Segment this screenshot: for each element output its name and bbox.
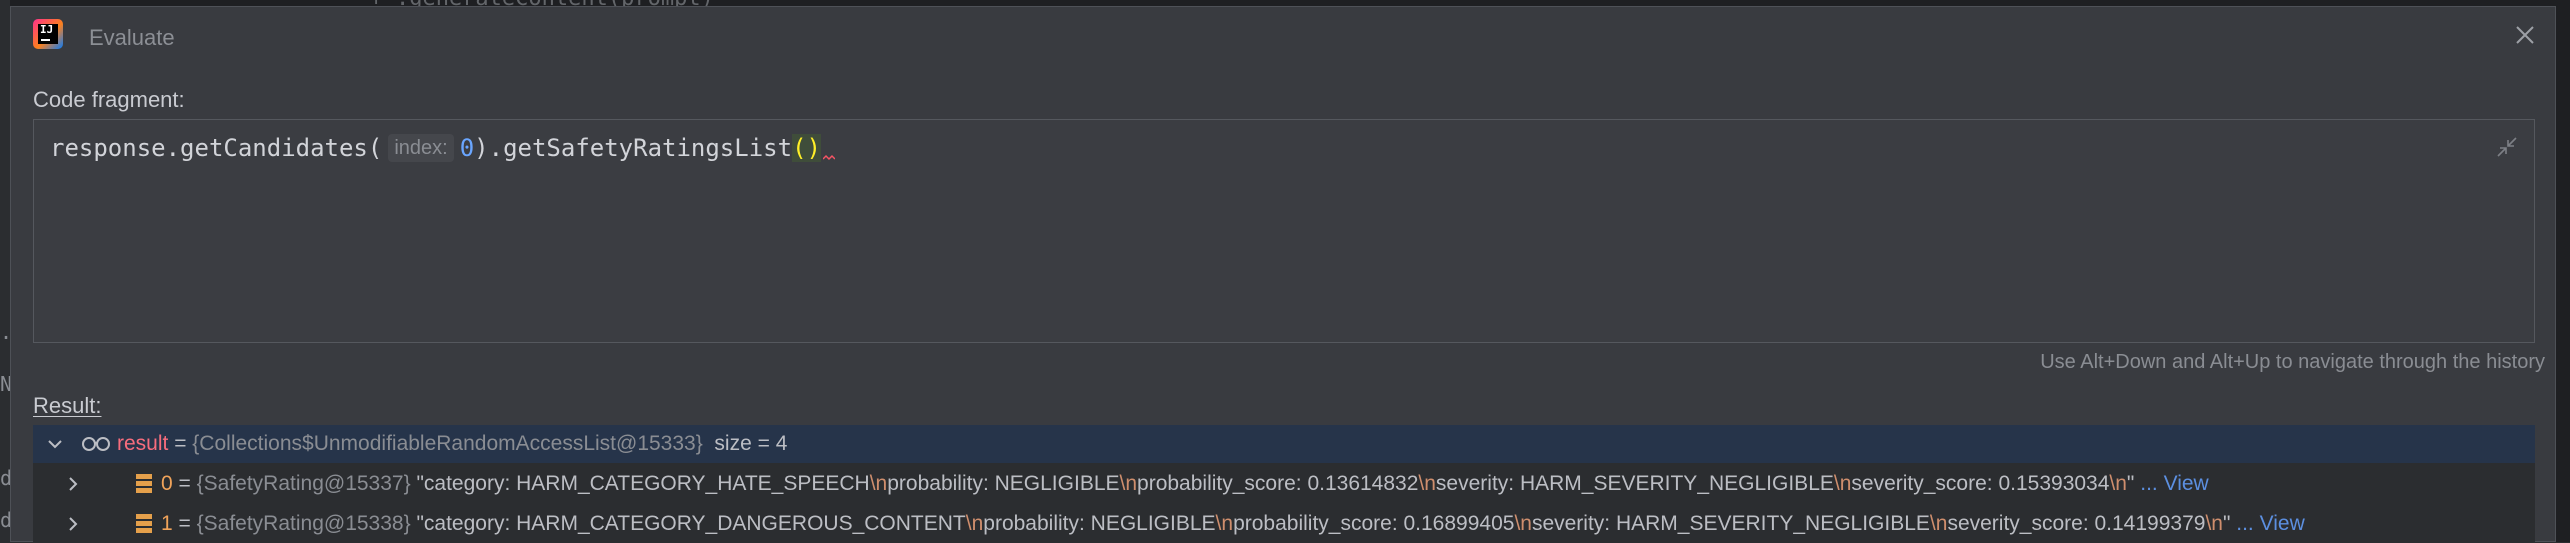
string-part: "category: HARM_CATEGORY_DANGEROUS_CONTE… xyxy=(416,512,966,535)
close-icon[interactable] xyxy=(2513,23,2537,47)
code-fragment-label: Code fragment: xyxy=(33,87,185,112)
string-part: probability: NEGLIGIBLE xyxy=(983,512,1216,535)
chevron-right-icon[interactable] xyxy=(63,474,83,494)
string-part: severity_score: 0.15393034 xyxy=(1851,472,2110,495)
field-stack-icon xyxy=(136,474,152,493)
intellij-logo-icon: IJ xyxy=(33,19,63,49)
string-part: severity_score: 0.14199379 xyxy=(1947,512,2206,535)
dialog-title-bar[interactable]: IJ Evaluate xyxy=(11,7,2555,63)
item-index: 1 xyxy=(161,512,173,535)
object-type: {Collections$UnmodifiableRandomAccessLis… xyxy=(192,432,703,455)
object-type: {SafetyRating@15338} xyxy=(196,512,411,535)
dialog-title: Evaluate xyxy=(89,25,175,50)
argument-value: 0 xyxy=(459,134,475,162)
newline-escape: \n xyxy=(1929,512,1948,535)
ide-left-gutter: . N d d xyxy=(0,0,12,542)
tree-row-content: result = {Collections$UnmodifiableRandom… xyxy=(81,425,787,463)
field-stack-icon xyxy=(136,514,152,533)
highlighted-parens: () xyxy=(792,134,821,162)
result-tree[interactable]: result = {Collections$UnmodifiableRandom… xyxy=(33,425,2535,543)
tree-row-content: 1 = {SafetyRating@15338} "category: HARM… xyxy=(135,505,2305,543)
collapse-editor-icon[interactable] xyxy=(2496,136,2518,158)
string-part: probability_score: 0.16899405 xyxy=(1233,512,1515,535)
result-label: Result: xyxy=(33,393,102,418)
newline-escape: \n xyxy=(1119,472,1138,495)
equals-sign: = xyxy=(172,472,197,495)
string-part: " xyxy=(2222,512,2231,535)
evaluate-dialog: IJ Evaluate Code fragment: response.getC… xyxy=(10,6,2556,543)
parameter-hint: index: xyxy=(388,134,454,162)
string-part: probability_score: 0.13614832 xyxy=(1137,472,1419,495)
newline-escape: \n xyxy=(1514,512,1532,535)
newline-escape: \n xyxy=(2205,512,2223,535)
newline-escape: \n xyxy=(2109,472,2127,495)
chevron-right-icon[interactable] xyxy=(63,514,83,534)
ide-right-edge xyxy=(2556,0,2570,542)
code-line[interactable]: response.getCandidates(index: 0).getSafet… xyxy=(50,134,835,162)
equals-sign: = xyxy=(172,512,197,535)
collection-size: size = 4 xyxy=(714,432,788,455)
code-text-before-hint: response.getCandidates( xyxy=(50,134,383,162)
tree-row-item-0[interactable]: 0 = {SafetyRating@15337} "category: HARM… xyxy=(33,465,2535,503)
tree-row-item-1[interactable]: 1 = {SafetyRating@15338} "category: HARM… xyxy=(33,505,2535,543)
code-fragment-editor[interactable]: response.getCandidates(index: 0).getSafet… xyxy=(33,119,2535,343)
equals-sign: = xyxy=(168,432,193,455)
newline-escape: \n xyxy=(869,472,888,495)
string-part: severity: HARM_SEVERITY_NEGLIGIBLE xyxy=(1531,512,1930,535)
history-hint: Use Alt+Down and Alt+Up to navigate thro… xyxy=(2040,351,2545,373)
code-text-after-hint: ).getSafetyRatingsList xyxy=(474,134,793,162)
tree-row-content: 0 = {SafetyRating@15337} "category: HARM… xyxy=(135,465,2209,503)
newline-escape: \n xyxy=(965,512,984,535)
watch-glasses-icon xyxy=(82,437,110,451)
newline-escape: \n xyxy=(1418,472,1436,495)
view-link[interactable]: ... View xyxy=(2140,472,2208,495)
tree-row-result[interactable]: result = {Collections$UnmodifiableRandom… xyxy=(33,425,2535,463)
string-part: "category: HARM_CATEGORY_HATE_SPEECH xyxy=(416,472,870,495)
newline-escape: \n xyxy=(1833,472,1852,495)
variable-name: result xyxy=(117,432,169,455)
string-part: " xyxy=(2126,472,2135,495)
error-squiggle-icon xyxy=(822,154,835,161)
view-link[interactable]: ... View xyxy=(2236,512,2304,535)
item-index: 0 xyxy=(161,472,173,495)
newline-escape: \n xyxy=(1215,512,1234,535)
chevron-down-icon[interactable] xyxy=(45,434,65,454)
object-type: {SafetyRating@15337} xyxy=(196,472,411,495)
string-part: probability: NEGLIGIBLE xyxy=(887,472,1120,495)
string-part: severity: HARM_SEVERITY_NEGLIGIBLE xyxy=(1435,472,1834,495)
